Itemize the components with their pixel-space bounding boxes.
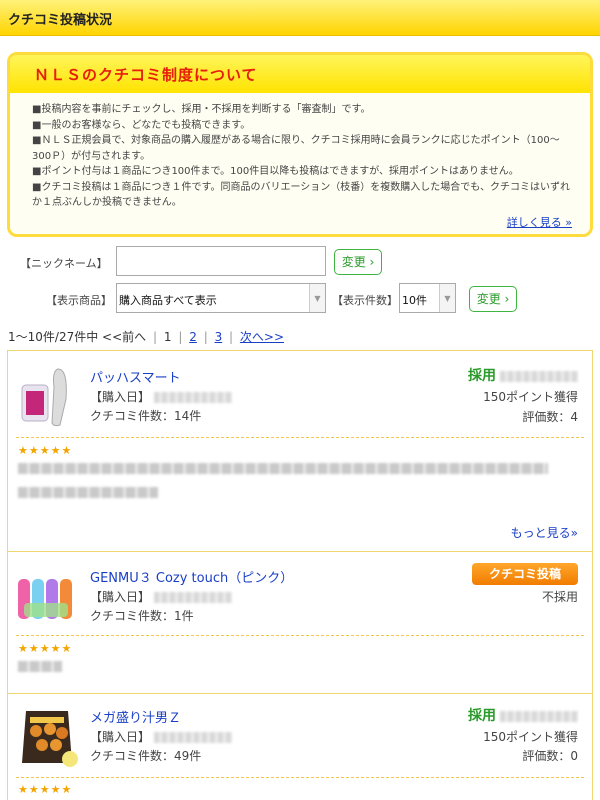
product-name-link[interactable]: メガ盛り汁男Ｚ bbox=[90, 707, 181, 726]
about-header: ＮＬＳのクチコミ制度について bbox=[10, 55, 590, 93]
divider bbox=[16, 437, 584, 438]
page-link-2[interactable]: 2 bbox=[189, 330, 197, 344]
dropdown-arrow-icon: ▼ bbox=[439, 284, 455, 312]
count-filter-label: 【表示件数】 bbox=[332, 294, 398, 307]
about-panel: ＮＬＳのクチコミ制度について ■投稿内容を事前にチェックし、採用・不採用を判断す… bbox=[7, 52, 593, 237]
status-date-blurred bbox=[500, 371, 578, 382]
status-adopted: 採用 bbox=[468, 368, 496, 384]
dropdown-arrow-icon: ▼ bbox=[309, 284, 325, 312]
about-item: ■投稿内容を事前にチェックし、採用・不採用を判断する「審査制」です。 bbox=[32, 104, 371, 115]
product-name-link[interactable]: パッハスマート bbox=[90, 367, 181, 386]
page-current: 1 bbox=[163, 330, 172, 344]
points-earned: 150ポイント獲得 bbox=[483, 730, 578, 744]
review-status-row: 採用 bbox=[468, 365, 578, 385]
purchase-date-row: 【購入日】 bbox=[90, 588, 233, 605]
product-thumbnail[interactable] bbox=[16, 565, 80, 629]
nickname-change-button[interactable]: 変更 › bbox=[334, 249, 382, 275]
review-count: クチコミ件数：14件 bbox=[90, 409, 202, 423]
review-text-blurred bbox=[18, 487, 158, 498]
count-change-button[interactable]: 変更 › bbox=[469, 286, 517, 312]
nickname-label: 【ニックネーム】 bbox=[20, 257, 108, 270]
purchase-date-label: 【購入日】 bbox=[90, 390, 151, 404]
rating-count: 評価数：4 bbox=[522, 410, 578, 424]
about-item: ■ＮＬＳ正規会員で、対象商品の購入履歴がある場合に限り、クチコミ採用時に会員ラン… bbox=[32, 135, 560, 162]
status-rejected: 不採用 bbox=[541, 590, 578, 604]
purchase-date-row: 【購入日】 bbox=[90, 728, 233, 745]
more-link[interactable]: もっと見る» bbox=[511, 524, 578, 541]
post-review-button[interactable]: クチコミ投稿 bbox=[472, 563, 578, 585]
purchase-date-blurred bbox=[154, 592, 233, 603]
review-status-row: 採用 bbox=[468, 705, 578, 725]
page-link-3[interactable]: 3 bbox=[215, 330, 223, 344]
review-separator bbox=[8, 551, 592, 552]
pagination: 1〜10件/27件中 <<前へ | 1 | 2 | 3 | 次へ>> bbox=[8, 330, 285, 344]
about-item: ■一般のお客様なら、どなたでも投稿できます。 bbox=[32, 119, 251, 131]
review-count: クチコミ件数：49件 bbox=[90, 749, 202, 763]
points-earned: 150ポイント獲得 bbox=[483, 390, 578, 404]
next-link[interactable]: 次へ>> bbox=[240, 330, 284, 344]
purchase-date-label: 【購入日】 bbox=[90, 590, 151, 604]
review-text-blurred bbox=[18, 463, 548, 474]
star-rating: ★★★★★ bbox=[18, 642, 73, 655]
prev-link: <<前へ bbox=[102, 330, 147, 344]
count-filter-value: 10件 bbox=[402, 294, 427, 307]
product-name-link[interactable]: GENMU３ Cozy touch（ピンク） bbox=[90, 567, 293, 586]
about-list: ■投稿内容を事前にチェックし、採用・不採用を判断する「審査制」です。 ■一般のお… bbox=[32, 102, 577, 211]
rating-count: 評価数：0 bbox=[522, 749, 578, 763]
review-separator bbox=[8, 693, 592, 694]
divider bbox=[16, 777, 584, 778]
about-more-link[interactable]: 詳しく見る » bbox=[507, 214, 572, 230]
about-item: ■クチコミ投稿は１商品につき１件です。同商品のバリエーション（枝番）を複数購入し… bbox=[32, 181, 570, 209]
star-rating: ★★★★★ bbox=[18, 783, 73, 796]
product-thumbnail[interactable] bbox=[16, 705, 80, 769]
title-bar: クチコミ投稿状況 bbox=[0, 0, 600, 36]
count-filter-select[interactable]: 10件 ▼ bbox=[399, 283, 456, 313]
status-adopted: 採用 bbox=[468, 708, 496, 724]
about-item: ■ポイント付与は１商品につき100件まで。100件目以降も投稿はできますが、採用… bbox=[32, 166, 519, 177]
nickname-input[interactable] bbox=[116, 246, 326, 276]
product-thumbnail[interactable] bbox=[16, 365, 80, 429]
about-heading: ＮＬＳのクチコミ制度について bbox=[34, 66, 258, 84]
result-summary: 1〜10件/27件中 bbox=[8, 330, 99, 344]
page-title: クチコミ投稿状況 bbox=[8, 13, 113, 28]
review-text-blurred bbox=[18, 661, 62, 672]
product-filter-value: 購入商品すべて表示 bbox=[119, 294, 217, 307]
purchase-date-blurred bbox=[154, 732, 233, 743]
review-count: クチコミ件数：1件 bbox=[90, 609, 194, 623]
product-filter-label: 【表示商品】 bbox=[46, 294, 112, 307]
review-list: パッハスマート 【購入日】 クチコミ件数：14件 採用 150ポイント獲得 評価… bbox=[7, 350, 593, 800]
purchase-date-label: 【購入日】 bbox=[90, 730, 151, 744]
product-filter-select[interactable]: 購入商品すべて表示 ▼ bbox=[116, 283, 326, 313]
status-date-blurred bbox=[500, 711, 578, 722]
purchase-date-row: 【購入日】 bbox=[90, 388, 233, 405]
purchase-date-blurred bbox=[154, 392, 233, 403]
divider bbox=[16, 635, 584, 636]
star-rating: ★★★★★ bbox=[18, 444, 73, 457]
